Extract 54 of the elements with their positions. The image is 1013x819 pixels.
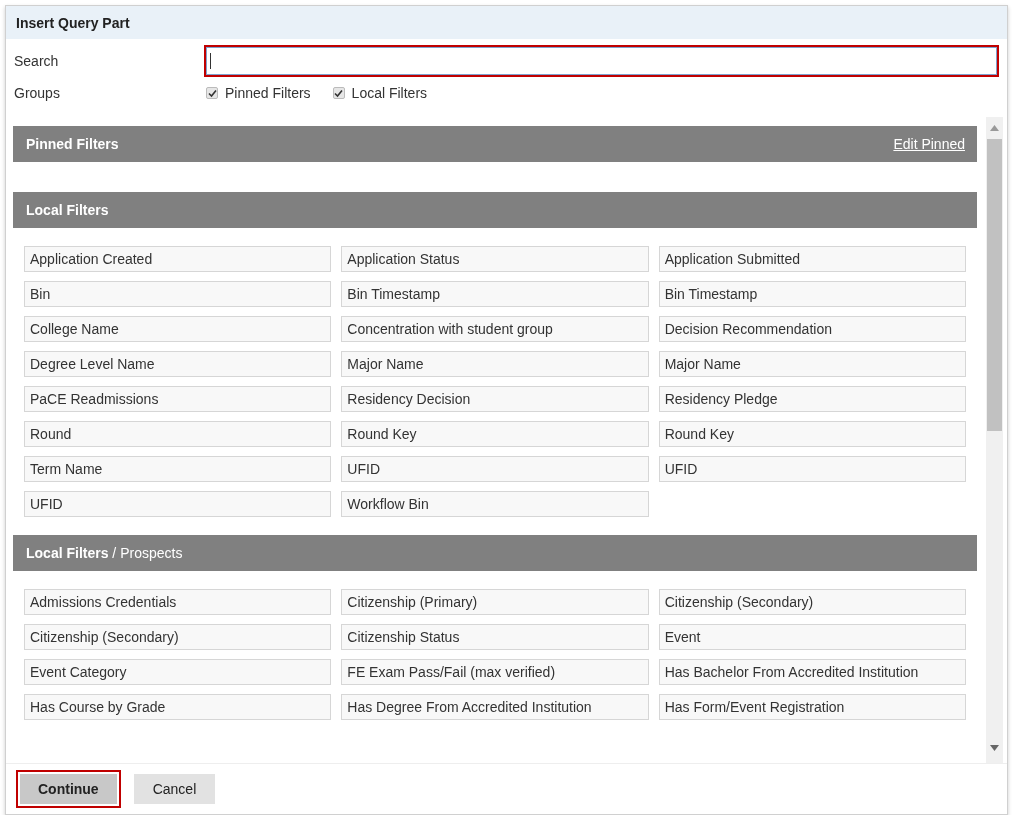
filter-item[interactable]: Round Key [658,421,966,447]
checkbox-label: Local Filters [351,85,428,101]
filter-item[interactable]: Residency Decision [341,386,649,412]
filter-item[interactable]: College Name [24,316,332,342]
filter-item[interactable]: Major Name [658,351,966,377]
filter-item[interactable]: Application Created [24,246,332,272]
filter-item[interactable]: UFID [658,456,966,482]
filter-item[interactable]: Citizenship (Primary) [341,589,649,615]
filter-item[interactable]: Admissions Credentials [24,589,332,615]
checkbox-label: Pinned Filters [225,85,311,101]
groups-label: Groups [14,85,61,101]
section-title: Pinned Filters [26,136,119,152]
filter-item[interactable]: Citizenship (Secondary) [24,624,332,650]
check-icon [207,88,217,98]
text-caret [210,53,211,69]
search-label: Search [14,53,60,69]
filter-item[interactable]: Has Bachelor From Accredited Institution [658,659,966,685]
filter-item[interactable]: Event Category [24,659,332,685]
checkbox[interactable] [206,87,218,99]
filter-item[interactable]: UFID [24,491,332,517]
section-title: Local Filters / Prospects [26,545,183,561]
filter-item[interactable]: Citizenship (Secondary) [658,589,966,615]
section-title: Local Filters [26,202,109,218]
filter-item[interactable]: Has Course by Grade [24,694,332,720]
filter-item[interactable]: Application Submitted [658,246,966,272]
filter-item[interactable]: Term Name [24,456,332,482]
check-icon [334,88,344,98]
dialog-title: Insert Query Part [16,14,130,31]
filter-item[interactable]: Major Name [341,351,649,377]
edit-pinned-link[interactable]: Edit Pinned [893,136,965,152]
search-field[interactable] [204,45,999,77]
scrollbar[interactable] [986,117,1003,763]
filter-item[interactable]: UFID [341,456,649,482]
filter-item[interactable]: PaCE Readmissions [24,386,332,412]
filter-item[interactable]: Decision Recommendation [658,316,966,342]
filter-item[interactable]: Round [24,421,332,447]
continue-button[interactable]: Continue [16,770,121,808]
filter-item[interactable]: Citizenship Status [341,624,649,650]
filter-item[interactable]: Bin Timestamp [341,281,649,307]
filter-item[interactable]: Application Status [341,246,649,272]
cancel-button[interactable]: Cancel [133,774,216,804]
filter-item[interactable]: Has Degree From Accredited Institution [341,694,649,720]
filter-item[interactable]: Event [658,624,966,650]
scroll-down-icon[interactable] [990,745,999,751]
checkbox[interactable] [332,87,345,99]
filter-item[interactable]: FE Exam Pass/Fail (max verified) [341,659,649,685]
filter-item[interactable]: Workflow Bin [341,491,649,517]
filter-item[interactable]: Residency Pledge [658,386,966,412]
filter-item[interactable]: Bin Timestamp [658,281,966,307]
filter-item[interactable]: Round Key [341,421,649,447]
filter-item[interactable]: Has Form/Event Registration [658,694,966,720]
filter-item[interactable]: Bin [24,281,332,307]
filter-item[interactable]: Concentration with student group [341,316,649,342]
filter-item[interactable]: Degree Level Name [24,351,332,377]
